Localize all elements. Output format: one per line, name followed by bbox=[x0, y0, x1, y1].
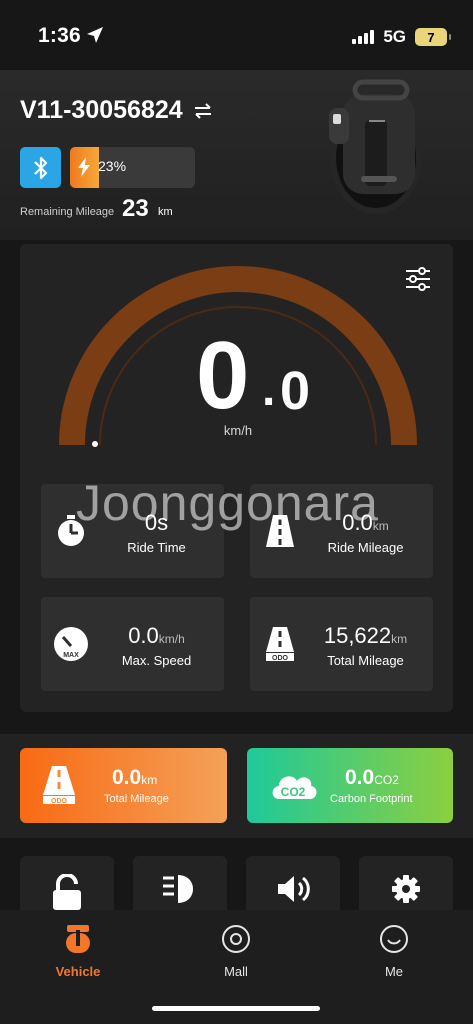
stat-max-speed[interactable]: MAX 0.0km/h Max. Speed bbox=[41, 597, 224, 691]
odo-road-icon: ODO bbox=[43, 766, 75, 805]
tab-mall[interactable]: Mall bbox=[186, 924, 286, 979]
svg-text:ODO: ODO bbox=[51, 798, 68, 805]
headlight-button[interactable] bbox=[133, 856, 227, 910]
phone-battery-level: 7 bbox=[427, 29, 435, 45]
speed-decimal: 0 bbox=[280, 361, 311, 421]
unicycle-image bbox=[329, 79, 422, 214]
eco-band: ODO 0.0km Total Mileage CO2 0.0CO2 Carbo… bbox=[0, 734, 473, 838]
settings-sliders-icon[interactable] bbox=[405, 266, 431, 292]
me-icon bbox=[380, 925, 408, 953]
status-bar: 1:36 5G 7 bbox=[0, 0, 473, 70]
tab-me-label: Me bbox=[384, 964, 404, 979]
tab-vehicle-label: Vehicle bbox=[55, 964, 101, 979]
max-speed-value: 0.0km/h bbox=[128, 623, 185, 648]
watermark: Joonggonara bbox=[76, 475, 379, 531]
total-mileage-label: Total Mileage bbox=[327, 653, 404, 668]
tab-vehicle[interactable]: Vehicle bbox=[28, 924, 128, 979]
svg-text:ODO: ODO bbox=[272, 655, 289, 662]
svg-text:MAX: MAX bbox=[63, 652, 79, 659]
eco-mileage-value: 0.0km bbox=[112, 766, 158, 789]
quick-actions bbox=[0, 856, 473, 910]
remaining-mileage-unit: km bbox=[158, 206, 173, 218]
phone-battery-icon: 7 bbox=[415, 28, 451, 46]
vehicle-battery-bar: 23% bbox=[70, 147, 195, 188]
carbon-footprint-value: 0.0CO2 bbox=[345, 766, 399, 789]
remaining-mileage-label: Remaining Mileage bbox=[20, 206, 115, 218]
speed-decimal-point: . bbox=[262, 363, 276, 416]
switch-arrows-icon[interactable] bbox=[193, 102, 213, 119]
carbon-footprint-card[interactable]: CO2 0.0CO2 Carbon Footprint bbox=[247, 748, 453, 823]
network-type: 5G bbox=[383, 27, 406, 46]
headlight-icon bbox=[163, 875, 193, 903]
max-speedometer-icon: MAX bbox=[53, 625, 89, 663]
gauge-indicator-dot bbox=[92, 441, 98, 447]
horn-icon bbox=[278, 876, 310, 902]
tab-me[interactable]: Me bbox=[344, 924, 444, 979]
remaining-mileage-value: 23 bbox=[122, 195, 149, 222]
status-time: 1:36 bbox=[38, 24, 81, 47]
bluetooth-button[interactable] bbox=[20, 147, 61, 188]
status-indicators: 5G 7 bbox=[352, 27, 451, 47]
stat-total-mileage[interactable]: ODO 15,622km Total Mileage bbox=[250, 597, 433, 691]
odo-road-icon: ODO bbox=[262, 625, 298, 663]
settings-button[interactable] bbox=[359, 856, 453, 910]
ride-time-label: Ride Time bbox=[127, 540, 186, 555]
eco-mileage-label: Total Mileage bbox=[104, 793, 169, 805]
vehicle-battery-percent: 23% bbox=[98, 158, 127, 174]
co2-cloud-icon: CO2 bbox=[272, 776, 317, 799]
speed-unit: km/h bbox=[223, 423, 253, 438]
svg-text:CO2: CO2 bbox=[281, 785, 306, 799]
vehicle-switcher[interactable]: V11-30056824 bbox=[20, 96, 213, 125]
location-arrow-icon bbox=[87, 27, 103, 43]
vehicle-id: V11-30056824 bbox=[20, 96, 183, 124]
bluetooth-icon bbox=[33, 156, 47, 179]
speed-value: 0 bbox=[196, 322, 250, 429]
mall-icon bbox=[222, 925, 250, 953]
lock-icon bbox=[53, 874, 81, 910]
lightning-icon bbox=[78, 157, 90, 177]
cellular-signal-icon bbox=[352, 30, 375, 44]
lock-button[interactable] bbox=[20, 856, 114, 910]
home-indicator bbox=[152, 1006, 320, 1011]
total-mileage-value: 15,622km bbox=[323, 623, 408, 648]
eco-total-mileage-card[interactable]: ODO 0.0km Total Mileage bbox=[20, 748, 227, 823]
horn-button[interactable] bbox=[246, 856, 340, 910]
ride-mileage-label: Ride Mileage bbox=[327, 540, 404, 555]
gear-icon bbox=[392, 875, 420, 903]
tab-mall-label: Mall bbox=[224, 964, 248, 979]
vehicle-header: V11-30056824 23% Remaining Mileage 23 km bbox=[0, 70, 473, 240]
vehicle-icon bbox=[66, 925, 90, 953]
carbon-footprint-label: Carbon Footprint bbox=[330, 793, 413, 805]
max-speed-label: Max. Speed bbox=[121, 653, 192, 668]
